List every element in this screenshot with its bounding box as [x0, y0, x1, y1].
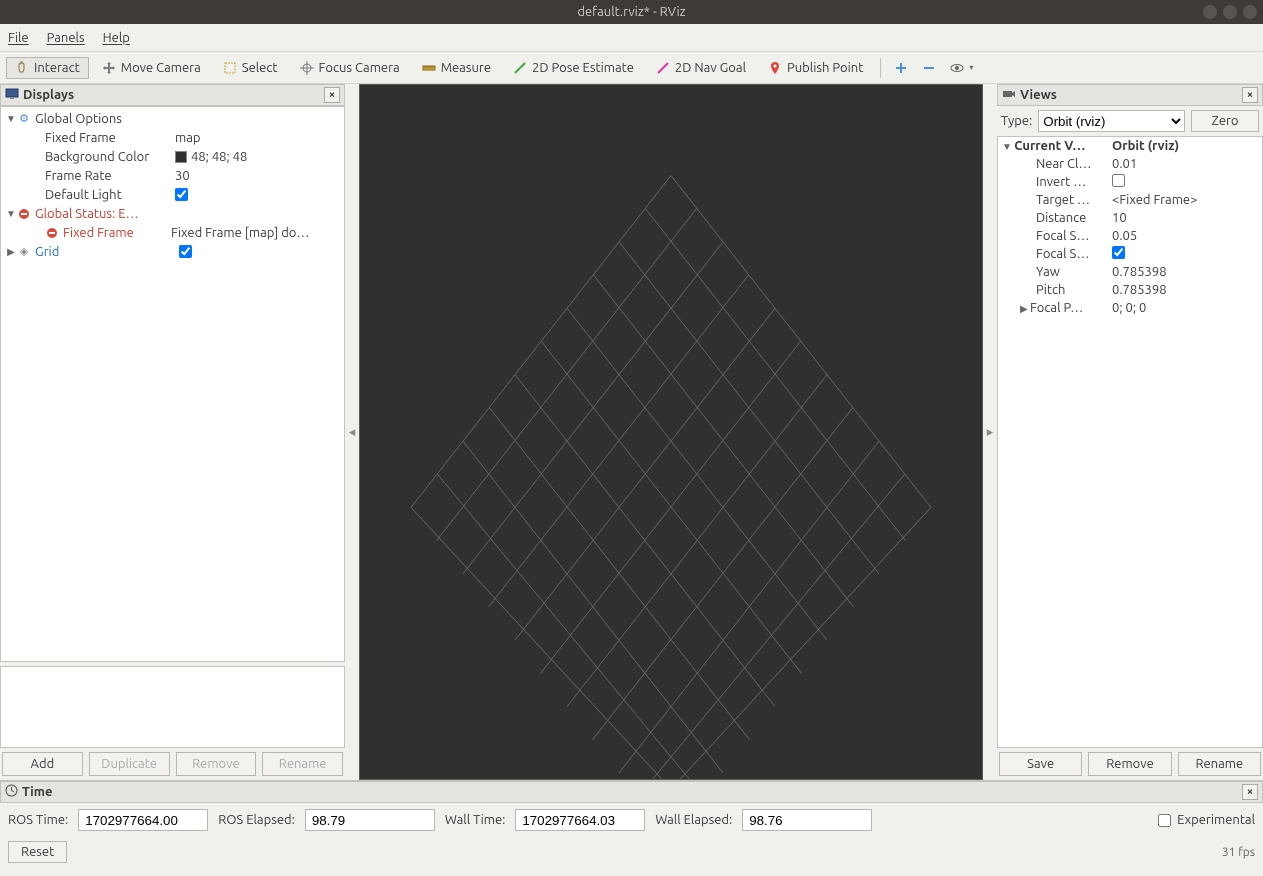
tool-measure[interactable]: Measure [413, 57, 500, 79]
tool-2d-nav-goal[interactable]: 2D Nav Goal [647, 57, 755, 79]
3d-viewport[interactable] [359, 84, 983, 780]
error-icon [17, 207, 31, 221]
grid-visible-checkbox[interactable] [179, 245, 192, 258]
ros-time-field[interactable] [78, 809, 208, 831]
wall-time-label: Wall Time: [445, 813, 506, 827]
time-title: Time [22, 785, 52, 799]
views-panel: Views × Type: Orbit (rviz) Zero ▼ Curren… [997, 84, 1263, 780]
ros-elapsed-label: ROS Elapsed: [218, 813, 295, 827]
menu-bar: File Panels Help [0, 24, 1263, 52]
minus-icon [922, 61, 936, 75]
splitter-right[interactable]: ▸ [983, 84, 997, 780]
ros-time-label: ROS Time: [8, 813, 68, 827]
window-title: default.rviz* - RViz [577, 5, 685, 19]
views-tree[interactable]: ▼ Current V…Orbit (rviz) Near Cl…0.01 In… [997, 136, 1263, 748]
error-icon [45, 226, 59, 240]
hand-icon [15, 61, 29, 75]
ros-elapsed-field[interactable] [305, 809, 435, 831]
move-icon [102, 61, 116, 75]
select-icon [223, 61, 237, 75]
plus-icon [894, 61, 908, 75]
window-titlebar: default.rviz* - RViz [0, 0, 1263, 24]
camera-icon [1002, 87, 1016, 104]
monitor-icon [5, 87, 19, 104]
description-box [0, 666, 345, 748]
rename-button[interactable]: Rename [262, 752, 343, 776]
pin-icon [768, 61, 782, 75]
tool-remove-display[interactable] [917, 57, 941, 79]
grid-render [360, 85, 982, 779]
experimental-label: Experimental [1177, 813, 1255, 827]
reset-button[interactable]: Reset [8, 841, 67, 863]
wall-elapsed-field[interactable] [742, 809, 872, 831]
remove-button[interactable]: Remove [176, 752, 257, 776]
clock-icon [5, 784, 18, 800]
views-close-button[interactable]: × [1242, 87, 1258, 103]
color-swatch[interactable] [175, 151, 187, 163]
fps-display: 31 fps [1222, 846, 1255, 859]
arrow-pink-icon [656, 61, 670, 75]
tool-publish-point[interactable]: Publish Point [759, 57, 872, 79]
splitter-left[interactable]: ◂ [345, 84, 359, 780]
tool-2d-pose-estimate[interactable]: 2D Pose Estimate [504, 57, 643, 79]
tool-move-camera[interactable]: Move Camera [93, 57, 210, 79]
tool-select[interactable]: Select [214, 57, 287, 79]
duplicate-button[interactable]: Duplicate [89, 752, 170, 776]
gear-icon: ⚙ [17, 112, 31, 126]
wall-elapsed-label: Wall Elapsed: [655, 813, 732, 827]
displays-title: Displays [23, 88, 74, 102]
toolbar: Interact Move Camera Select Focus Camera… [0, 52, 1263, 84]
maximize-icon[interactable] [1223, 5, 1237, 19]
time-panel: Time × ROS Time: ROS Elapsed: Wall Time:… [0, 780, 1263, 871]
arrow-green-icon [513, 61, 527, 75]
views-rename-button[interactable]: Rename [1178, 752, 1261, 776]
menu-help[interactable]: Help [103, 31, 130, 45]
tool-focus-camera[interactable]: Focus Camera [291, 57, 409, 79]
views-remove-button[interactable]: Remove [1088, 752, 1171, 776]
focal-fixed-checkbox[interactable] [1112, 246, 1125, 259]
experimental-checkbox[interactable] [1158, 814, 1171, 827]
displays-tree[interactable]: ▼⚙Global Options Fixed Framemap Backgrou… [0, 106, 345, 662]
view-type-select[interactable]: Orbit (rviz) [1038, 110, 1185, 132]
eye-icon [950, 61, 964, 75]
displays-close-button[interactable]: × [324, 87, 340, 103]
views-save-button[interactable]: Save [999, 752, 1082, 776]
minimize-icon[interactable] [1203, 5, 1217, 19]
default-light-checkbox[interactable] [175, 188, 188, 201]
ruler-icon [422, 61, 436, 75]
wall-time-field[interactable] [515, 809, 645, 831]
close-icon[interactable] [1243, 5, 1257, 19]
views-title: Views [1020, 88, 1057, 102]
menu-file[interactable]: File [8, 31, 29, 45]
invert-z-checkbox[interactable] [1112, 174, 1125, 187]
time-close-button[interactable]: × [1242, 784, 1258, 800]
add-button[interactable]: Add [2, 752, 83, 776]
zero-button[interactable]: Zero [1191, 110, 1259, 132]
tool-add-display[interactable] [889, 57, 913, 79]
menu-panels[interactable]: Panels [47, 31, 85, 45]
tool-interact[interactable]: Interact [6, 57, 89, 79]
type-label: Type: [1001, 114, 1032, 128]
displays-panel: Displays × ▼⚙Global Options Fixed Framem… [0, 84, 345, 780]
crosshair-icon [300, 61, 314, 75]
tool-view-menu[interactable]: ▾ [945, 57, 978, 79]
eye-icon: ◈ [17, 245, 31, 259]
